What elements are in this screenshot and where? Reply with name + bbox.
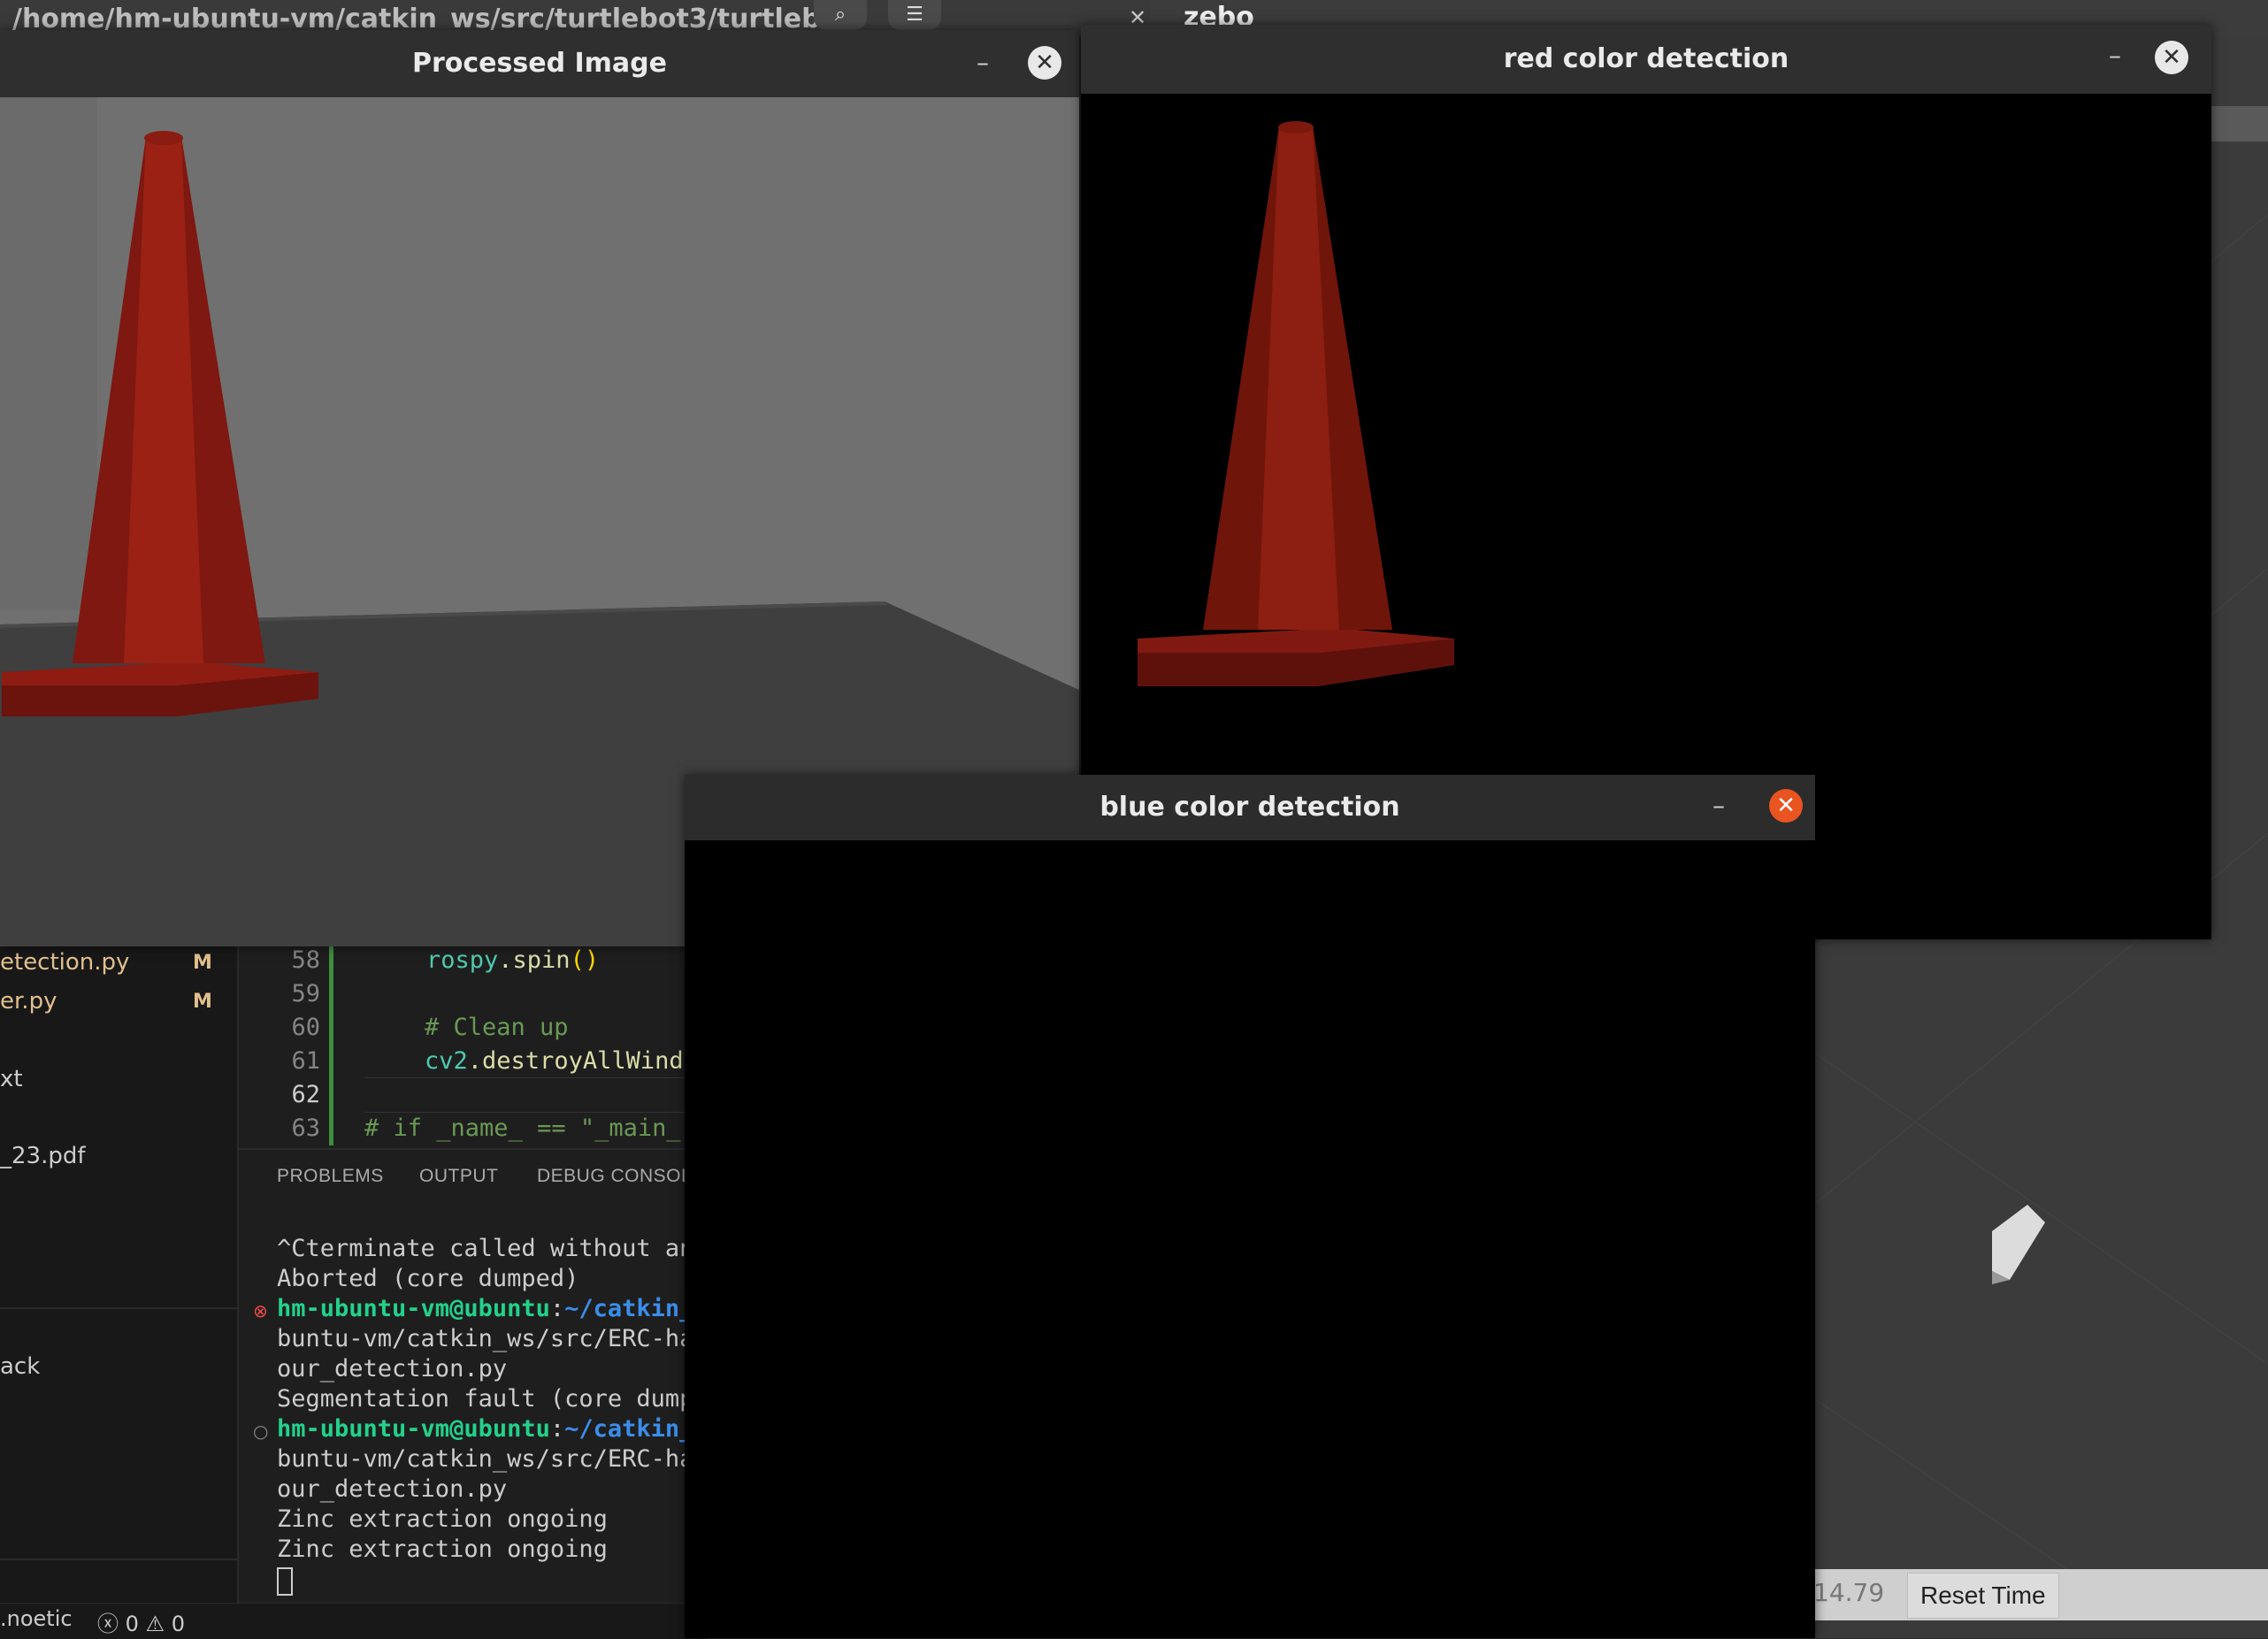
close-button[interactable]: ✕	[2155, 41, 2188, 74]
line-number: 58	[291, 946, 320, 974]
vscode-explorer	[0, 946, 239, 1603]
terminal-menu-button[interactable]: ☰	[888, 0, 941, 30]
blue-detection-window: blue color detection – ✕	[685, 775, 1815, 1638]
line-number: 59	[291, 980, 320, 1007]
code-line[interactable]: rospy.spin()	[426, 946, 599, 974]
gazebo-sim-time: 14.79	[1813, 1578, 1885, 1607]
hamburger-menu-icon: ☰	[906, 4, 923, 26]
terminal-search-button[interactable]: ⌕	[814, 0, 867, 30]
reset-time-button[interactable]: Reset Time	[1907, 1573, 2059, 1619]
terminal-line: buntu-vm/catkin_ws/src/ERC-ha	[277, 1445, 694, 1473]
minimize-button[interactable]: –	[977, 48, 989, 77]
terminal-cursor	[277, 1567, 293, 1596]
terminal-line: Aborted (core dumped)	[277, 1265, 579, 1292]
tab-debug-console[interactable]: DEBUG CONSOL	[537, 1166, 692, 1187]
gazebo-side-tab[interactable]	[2211, 106, 2268, 142]
close-icon: ✕	[1035, 50, 1054, 76]
error-icon: ⓧ	[97, 1612, 119, 1636]
explorer-item[interactable]: _23.pdf	[0, 1143, 86, 1169]
explorer-divider	[0, 1559, 239, 1560]
sidebar-border	[237, 946, 239, 1603]
command-pending-icon: ○	[253, 1421, 269, 1442]
current-line-highlight	[364, 1077, 708, 1113]
close-button[interactable]: ✕	[1769, 789, 1803, 823]
warning-icon: ⚠	[145, 1612, 165, 1636]
blue-detection-titlebar[interactable]: blue color detection – ✕	[685, 775, 1815, 840]
terminal-line: ^Cterminate called without an	[277, 1235, 694, 1262]
terminal-line: our_detection.py	[277, 1475, 508, 1503]
line-number: 63	[291, 1114, 320, 1142]
status-problems[interactable]: ⓧ 0 ⚠ 0	[97, 1606, 185, 1637]
code-comment[interactable]: # Clean up	[425, 1014, 569, 1041]
close-button[interactable]: ✕	[1028, 46, 1061, 80]
line-number-current: 62	[291, 1081, 320, 1108]
red-detection-titlebar[interactable]: red color detection – ✕	[1081, 25, 2211, 94]
status-branch[interactable]: .noetic	[0, 1606, 73, 1631]
git-modified-badge: M	[193, 991, 212, 1013]
command-error-icon: ⊗	[253, 1300, 268, 1321]
code-line[interactable]: cv2.destroyAllWind	[425, 1047, 684, 1075]
terminal-line: Zinc extraction ongoing	[277, 1536, 608, 1563]
processed-image-titlebar[interactable]: Processed Image – ✕	[0, 30, 1079, 97]
close-icon: ✕	[1776, 793, 1796, 819]
git-modified-badge: M	[193, 952, 212, 974]
window-title: red color detection	[1503, 43, 1789, 74]
explorer-item[interactable]: etection.py	[0, 949, 129, 976]
line-number: 61	[291, 1047, 320, 1075]
git-change-gutter	[329, 946, 333, 1145]
blue-mask-image	[685, 840, 1815, 1638]
terminal-line: Zinc extraction ongoing	[277, 1505, 608, 1533]
terminal-prompt: hm-ubuntu-vm@ubuntu:~/catkin_	[277, 1415, 694, 1443]
close-icon: ✕	[2162, 44, 2181, 71]
window-title: blue color detection	[1100, 792, 1400, 823]
explorer-divider	[0, 1307, 239, 1309]
terminal-line: Segmentation fault (core dump	[277, 1385, 694, 1413]
gazebo-model-shape	[1992, 1205, 2045, 1280]
panel-divider	[239, 1148, 708, 1150]
minimize-button[interactable]: –	[1712, 791, 1725, 820]
code-comment[interactable]: # if _name_ == "_main_	[364, 1114, 681, 1142]
terminal-line: our_detection.py	[277, 1355, 508, 1382]
tab-output[interactable]: OUTPUT	[419, 1166, 498, 1187]
explorer-item[interactable]: ack	[0, 1353, 40, 1380]
window-title: Processed Image	[412, 48, 667, 79]
terminal-line: buntu-vm/catkin_ws/src/ERC-ha	[277, 1325, 694, 1352]
explorer-item[interactable]: er.py	[0, 988, 57, 1015]
search-icon: ⌕	[834, 4, 847, 26]
tab-problems[interactable]: PROBLEMS	[277, 1166, 384, 1187]
minimize-button[interactable]: –	[2109, 41, 2121, 70]
explorer-item[interactable]: xt	[0, 1066, 23, 1092]
terminal-prompt: hm-ubuntu-vm@ubuntu:~/catkin_	[277, 1295, 694, 1322]
gazebo-bottom-edge	[1804, 1620, 2268, 1638]
line-number: 60	[291, 1014, 320, 1041]
